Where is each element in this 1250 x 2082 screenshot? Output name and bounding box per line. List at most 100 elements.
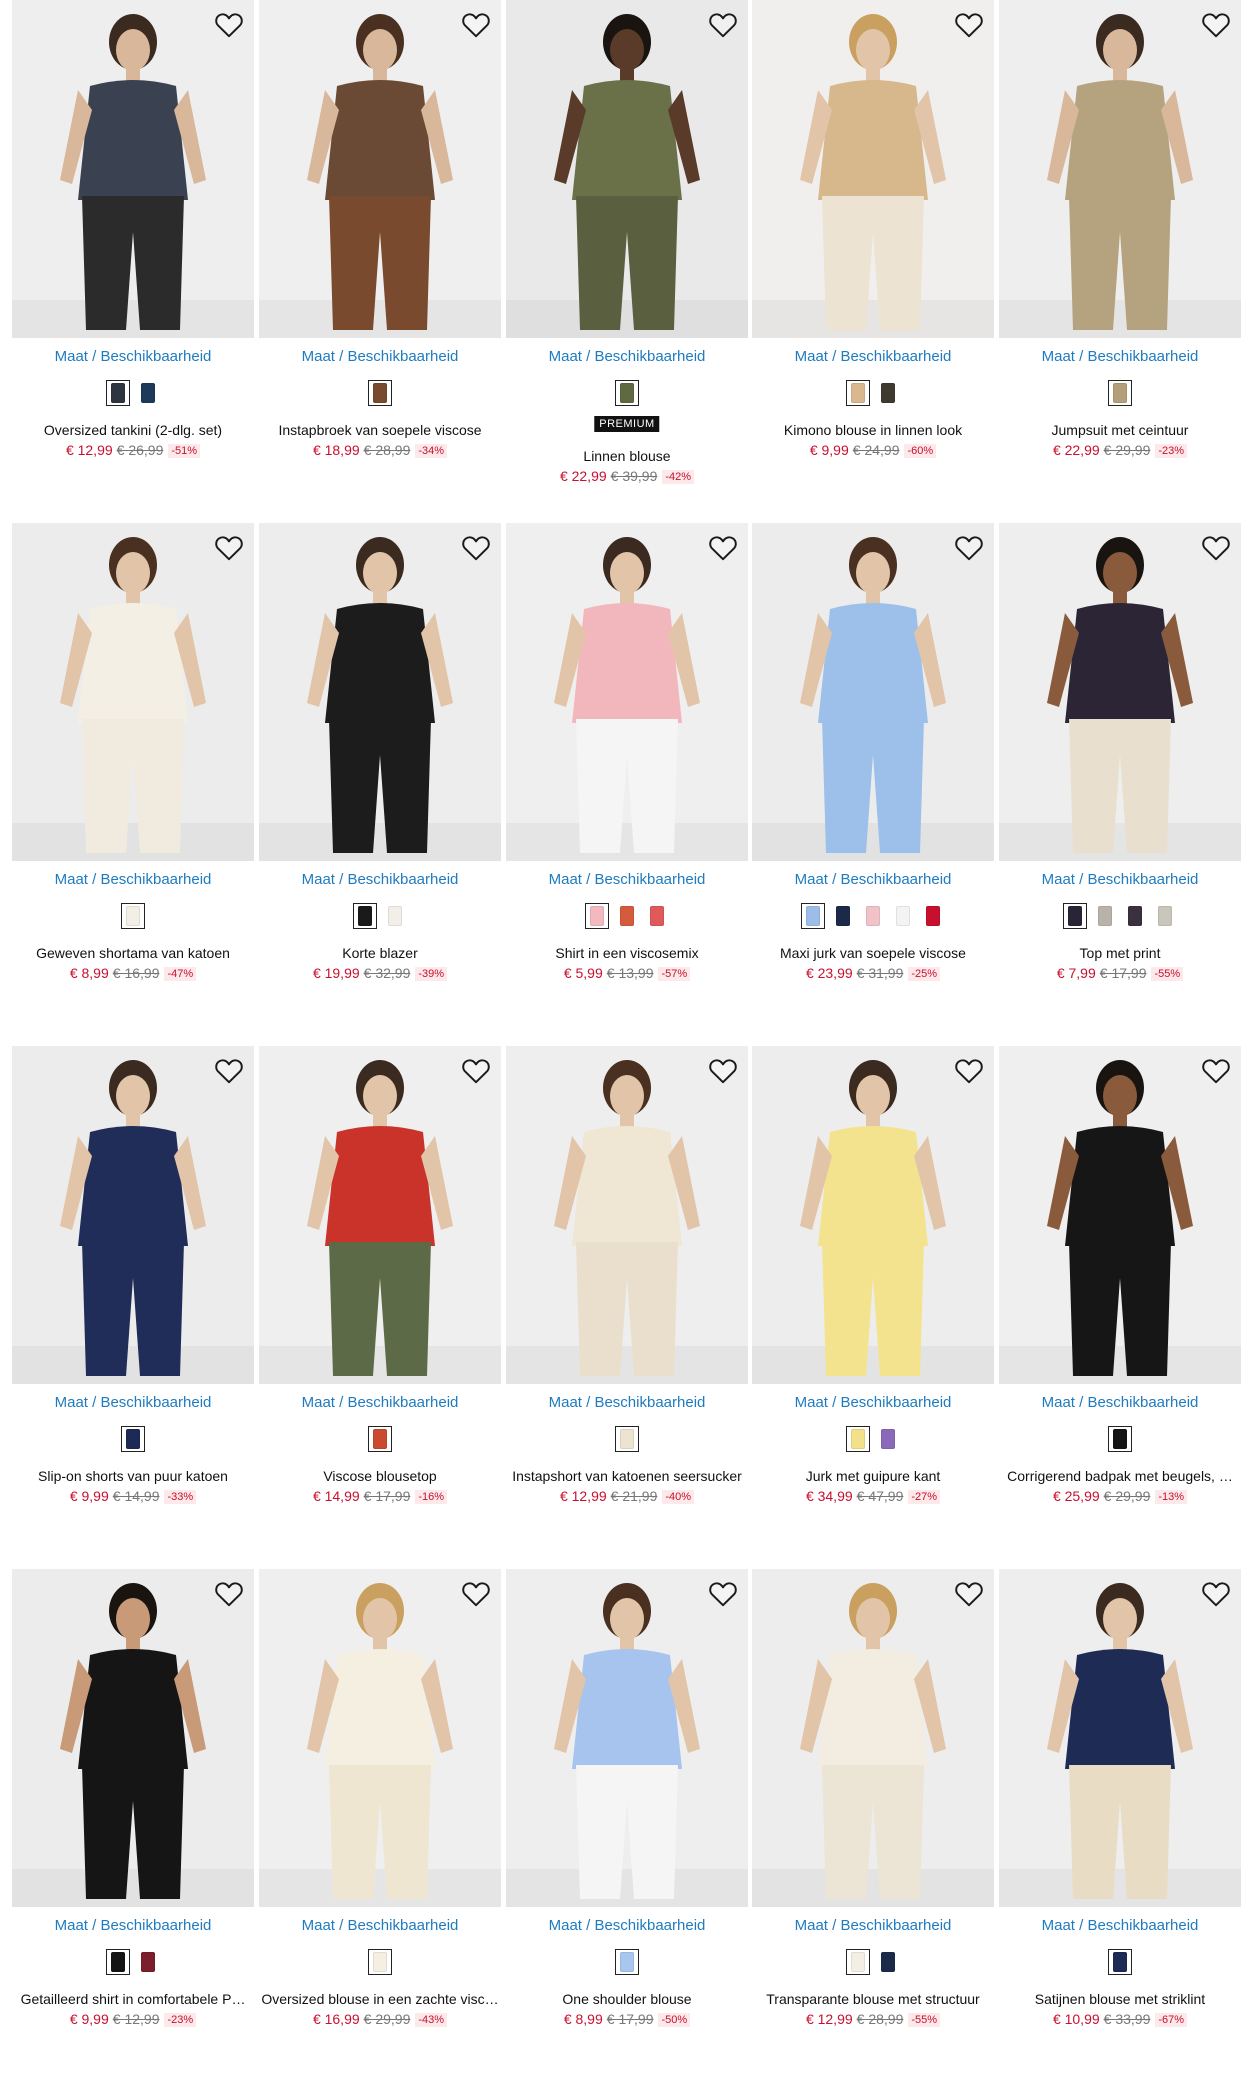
product-card[interactable]: Maat / Beschikbaarheid Korte blazer € 19,9…: [259, 523, 501, 1003]
color-swatch[interactable]: [861, 903, 885, 929]
wishlist-heart-icon[interactable]: [1201, 1579, 1231, 1607]
product-card[interactable]: Maat / Beschikbaarheid Shirt in een visco…: [506, 523, 748, 1003]
wishlist-heart-icon[interactable]: [1201, 1056, 1231, 1084]
product-image[interactable]: [506, 0, 748, 338]
color-swatch[interactable]: [368, 380, 392, 406]
product-name[interactable]: Slip-on shorts van puur katoen: [12, 1468, 254, 1484]
product-name[interactable]: Satijnen blouse met striklint: [999, 1991, 1241, 2007]
color-swatch[interactable]: [1093, 903, 1117, 929]
color-swatch[interactable]: [876, 1426, 900, 1452]
color-swatch[interactable]: [891, 903, 915, 929]
color-swatch[interactable]: [831, 903, 855, 929]
size-availability-link[interactable]: Maat / Beschikbaarheid: [752, 1394, 994, 1411]
product-name[interactable]: Linnen blouse: [506, 448, 748, 464]
product-card[interactable]: Maat / Beschikbaarheid PREMIUM Linnen blou…: [506, 0, 748, 484]
product-image[interactable]: [259, 1046, 501, 1384]
product-image[interactable]: [752, 1046, 994, 1384]
product-image[interactable]: [752, 0, 994, 338]
product-image[interactable]: [506, 523, 748, 861]
size-availability-link[interactable]: Maat / Beschikbaarheid: [12, 871, 254, 888]
size-availability-link[interactable]: Maat / Beschikbaarheid: [12, 1917, 254, 1934]
product-name[interactable]: Maxi jurk van soepele viscose: [752, 945, 994, 961]
product-name[interactable]: Instapshort van katoenen seersucker: [506, 1468, 748, 1484]
size-availability-link[interactable]: Maat / Beschikbaarheid: [259, 871, 501, 888]
product-image[interactable]: [12, 523, 254, 861]
product-card[interactable]: Maat / Beschikbaarheid Oversized tankini …: [12, 0, 254, 480]
size-availability-link[interactable]: Maat / Beschikbaarheid: [999, 871, 1241, 888]
size-availability-link[interactable]: Maat / Beschikbaarheid: [506, 871, 748, 888]
color-swatch[interactable]: [1108, 1949, 1132, 1975]
wishlist-heart-icon[interactable]: [954, 1056, 984, 1084]
wishlist-heart-icon[interactable]: [954, 10, 984, 38]
size-availability-link[interactable]: Maat / Beschikbaarheid: [999, 348, 1241, 365]
color-swatch[interactable]: [1063, 903, 1087, 929]
product-image[interactable]: [999, 1046, 1241, 1384]
product-name[interactable]: Top met print: [999, 945, 1241, 961]
product-card[interactable]: Maat / Beschikbaarheid Getailleerd shirt …: [12, 1569, 254, 2049]
size-availability-link[interactable]: Maat / Beschikbaarheid: [259, 348, 501, 365]
color-swatch[interactable]: [846, 1426, 870, 1452]
product-card[interactable]: Maat / Beschikbaarheid One shoulder blous…: [506, 1569, 748, 2049]
color-swatch[interactable]: [645, 903, 669, 929]
color-swatch[interactable]: [615, 903, 639, 929]
product-name[interactable]: Instapbroek van soepele viscose: [259, 422, 501, 438]
product-card[interactable]: Maat / Beschikbaarheid Top met print € 7,9…: [999, 523, 1241, 1003]
product-name[interactable]: Viscose blousetop: [259, 1468, 501, 1484]
product-image[interactable]: [259, 1569, 501, 1907]
size-availability-link[interactable]: Maat / Beschikbaarheid: [506, 348, 748, 365]
product-image[interactable]: [999, 523, 1241, 861]
color-swatch[interactable]: [136, 380, 160, 406]
product-image[interactable]: [12, 1569, 254, 1907]
wishlist-heart-icon[interactable]: [214, 1056, 244, 1084]
product-name[interactable]: Geweven shortama van katoen: [12, 945, 254, 961]
color-swatch[interactable]: [585, 903, 609, 929]
size-availability-link[interactable]: Maat / Beschikbaarheid: [506, 1917, 748, 1934]
product-card[interactable]: Maat / Beschikbaarheid Transparante blous…: [752, 1569, 994, 2049]
wishlist-heart-icon[interactable]: [461, 533, 491, 561]
product-card[interactable]: Maat / Beschikbaarheid Maxi jurk van soep…: [752, 523, 994, 1003]
color-swatch[interactable]: [846, 1949, 870, 1975]
color-swatch[interactable]: [106, 380, 130, 406]
color-swatch[interactable]: [846, 380, 870, 406]
color-swatch[interactable]: [876, 1949, 900, 1975]
product-card[interactable]: Maat / Beschikbaarheid Instapshort van ka…: [506, 1046, 748, 1526]
wishlist-heart-icon[interactable]: [954, 533, 984, 561]
color-swatch[interactable]: [801, 903, 825, 929]
product-name[interactable]: Shirt in een viscosemix: [506, 945, 748, 961]
product-card[interactable]: Maat / Beschikbaarheid Oversized blouse i…: [259, 1569, 501, 2049]
color-swatch[interactable]: [615, 380, 639, 406]
size-availability-link[interactable]: Maat / Beschikbaarheid: [752, 348, 994, 365]
color-swatch[interactable]: [876, 380, 900, 406]
color-swatch[interactable]: [615, 1949, 639, 1975]
size-availability-link[interactable]: Maat / Beschikbaarheid: [999, 1917, 1241, 1934]
product-name[interactable]: Kimono blouse in linnen look: [752, 422, 994, 438]
color-swatch[interactable]: [1123, 903, 1147, 929]
product-card[interactable]: Maat / Beschikbaarheid Slip-on shorts van…: [12, 1046, 254, 1526]
product-image[interactable]: [752, 1569, 994, 1907]
wishlist-heart-icon[interactable]: [708, 1579, 738, 1607]
product-image[interactable]: [12, 0, 254, 338]
color-swatch[interactable]: [353, 903, 377, 929]
product-name[interactable]: Jumpsuit met ceintuur: [999, 422, 1241, 438]
product-image[interactable]: [506, 1046, 748, 1384]
product-card[interactable]: Maat / Beschikbaarheid Instapbroek van so…: [259, 0, 501, 480]
color-swatch[interactable]: [136, 1949, 160, 1975]
product-card[interactable]: Maat / Beschikbaarheid Satijnen blouse me…: [999, 1569, 1241, 2049]
size-availability-link[interactable]: Maat / Beschikbaarheid: [259, 1917, 501, 1934]
wishlist-heart-icon[interactable]: [461, 1579, 491, 1607]
product-card[interactable]: Maat / Beschikbaarheid Viscose blousetop €…: [259, 1046, 501, 1526]
product-card[interactable]: Maat / Beschikbaarheid Kimono blouse in l…: [752, 0, 994, 480]
color-swatch[interactable]: [921, 903, 945, 929]
product-name[interactable]: Oversized blouse in een zachte visc…: [259, 1991, 501, 2007]
product-image[interactable]: [999, 1569, 1241, 1907]
size-availability-link[interactable]: Maat / Beschikbaarheid: [999, 1394, 1241, 1411]
color-swatch[interactable]: [1108, 1426, 1132, 1452]
color-swatch[interactable]: [368, 1949, 392, 1975]
wishlist-heart-icon[interactable]: [708, 10, 738, 38]
wishlist-heart-icon[interactable]: [1201, 533, 1231, 561]
size-availability-link[interactable]: Maat / Beschikbaarheid: [506, 1394, 748, 1411]
size-availability-link[interactable]: Maat / Beschikbaarheid: [752, 1917, 994, 1934]
color-swatch[interactable]: [1153, 903, 1177, 929]
product-name[interactable]: Transparante blouse met structuur: [752, 1991, 994, 2007]
product-card[interactable]: Maat / Beschikbaarheid Corrigerend badpak…: [999, 1046, 1241, 1526]
